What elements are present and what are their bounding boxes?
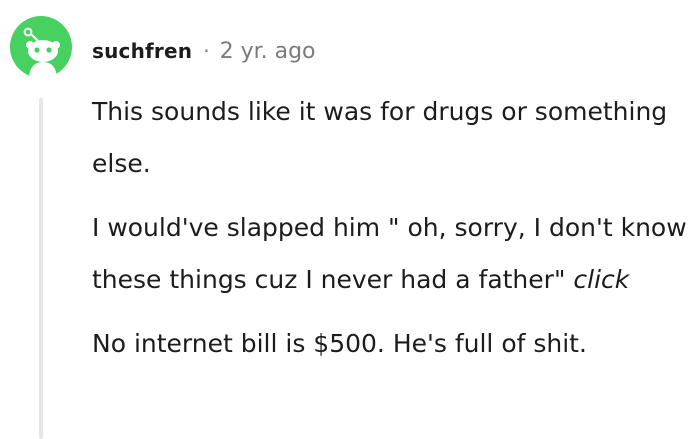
thread-collapse-line[interactable] xyxy=(39,98,43,439)
comment-emphasis: click xyxy=(573,265,630,294)
comment-paragraph: I would've slapped him " oh, sorry, I do… xyxy=(92,202,696,306)
comment-paragraph: This sounds like it was for drugs or som… xyxy=(92,97,668,178)
comment-paragraph: No internet bill is $500. He's full of s… xyxy=(92,329,587,358)
timestamp[interactable]: 2 yr. ago xyxy=(220,39,316,64)
comment: suchfren · 2 yr. ago This sounds like it… xyxy=(0,0,700,439)
comment-body: This sounds like it was for drugs or som… xyxy=(92,86,696,370)
comment-meta: suchfren · 2 yr. ago xyxy=(92,34,316,68)
username[interactable]: suchfren xyxy=(92,39,192,63)
reddit-snoo-avatar-icon[interactable] xyxy=(10,16,72,78)
meta-separator: · xyxy=(203,39,210,63)
